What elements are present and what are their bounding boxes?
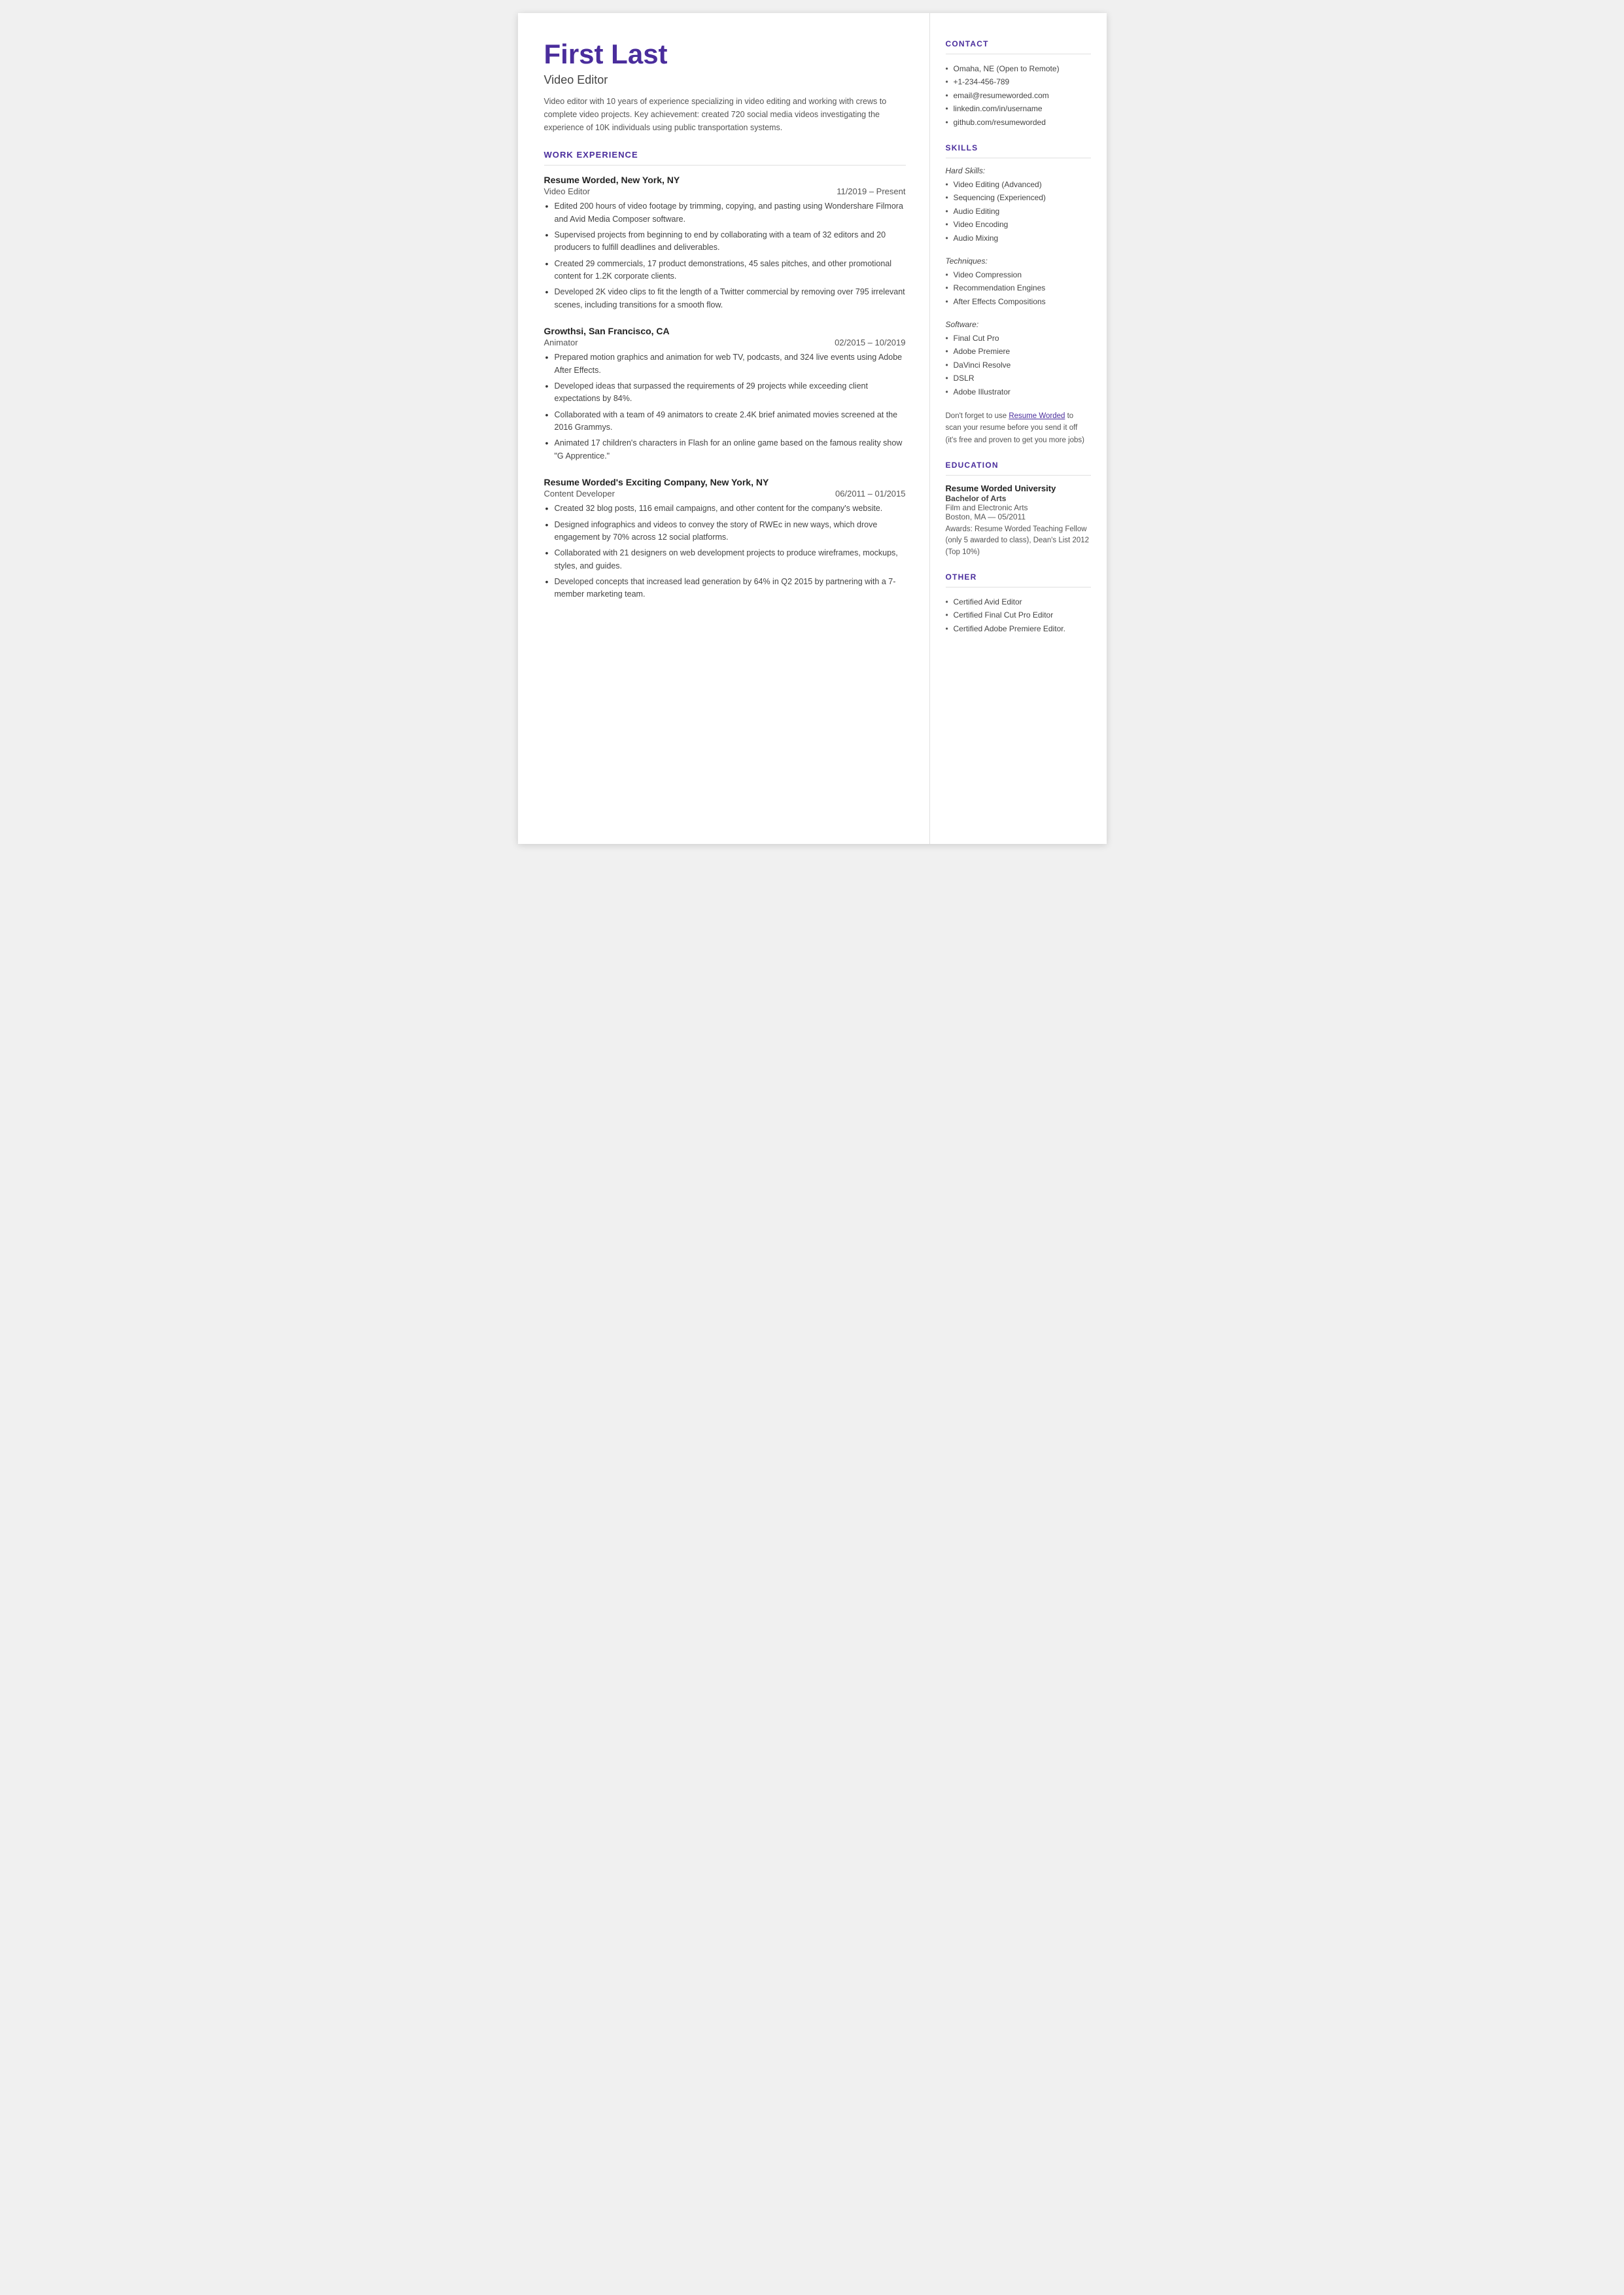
job-company-2: Growthsi, San Francisco, CA: [544, 326, 670, 336]
techniques-category: Techniques: Video Compression Recommenda…: [946, 256, 1091, 308]
resume-page: First Last Video Editor Video editor wit…: [518, 13, 1107, 844]
software-0: Final Cut Pro: [946, 332, 1091, 345]
skills-section: SKILLS Hard Skills: Video Editing (Advan…: [946, 143, 1091, 446]
promo-link[interactable]: Resume Worded: [1009, 412, 1065, 420]
technique-2: After Effects Compositions: [946, 295, 1091, 308]
software-list: Final Cut Pro Adobe Premiere DaVinci Res…: [946, 332, 1091, 398]
techniques-list: Video Compression Recommendation Engines…: [946, 268, 1091, 308]
job-block-2: Growthsi, San Francisco, CA Animator 02/…: [544, 326, 906, 463]
hard-skills-label: Hard Skills:: [946, 166, 1091, 175]
job-dates-3: 06/2011 – 01/2015: [835, 489, 905, 499]
job-position-1: Video Editor: [544, 186, 591, 196]
job-dates-2: 02/2015 – 10/2019: [835, 338, 905, 347]
job-title: Video Editor: [544, 73, 906, 87]
promo-block: Don't forget to use Resume Worded to sca…: [946, 410, 1091, 446]
education-label: EDUCATION: [946, 461, 1091, 470]
contact-item-4: github.com/resumeworded: [946, 116, 1091, 129]
edu-block: Resume Worded University Bachelor of Art…: [946, 483, 1091, 558]
left-column: First Last Video Editor Video editor wit…: [518, 13, 930, 844]
other-list: Certified Avid Editor Certified Final Cu…: [946, 595, 1091, 635]
software-category: Software: Final Cut Pro Adobe Premiere D…: [946, 320, 1091, 398]
other-item-0: Certified Avid Editor: [946, 595, 1091, 608]
hard-skill-3: Video Encoding: [946, 218, 1091, 231]
technique-0: Video Compression: [946, 268, 1091, 281]
skills-label: SKILLS: [946, 143, 1091, 152]
job-title-row-3: Content Developer 06/2011 – 01/2015: [544, 489, 906, 499]
job-bullets-1: Edited 200 hours of video footage by tri…: [544, 200, 906, 311]
job-bullet-2-3: Collaborated with a team of 49 animators…: [544, 409, 906, 434]
other-item-1: Certified Final Cut Pro Editor: [946, 608, 1091, 622]
job-bullet-1-2: Supervised projects from beginning to en…: [544, 229, 906, 254]
software-2: DaVinci Resolve: [946, 359, 1091, 372]
contact-item-0: Omaha, NE (Open to Remote): [946, 62, 1091, 75]
job-header-3: Resume Worded's Exciting Company, New Yo…: [544, 477, 906, 487]
job-bullet-1-3: Created 29 commercials, 17 product demon…: [544, 258, 906, 283]
edu-awards: Awards: Resume Worded Teaching Fellow (o…: [946, 524, 1091, 558]
contact-list: Omaha, NE (Open to Remote) +1-234-456-78…: [946, 62, 1091, 129]
job-position-2: Animator: [544, 338, 578, 347]
edu-location: Boston, MA — 05/2011: [946, 512, 1091, 521]
hard-skill-1: Sequencing (Experienced): [946, 191, 1091, 204]
job-header-2: Growthsi, San Francisco, CA: [544, 326, 906, 336]
job-header-1: Resume Worded, New York, NY: [544, 175, 906, 185]
other-label: OTHER: [946, 572, 1091, 582]
edu-school: Resume Worded University: [946, 483, 1091, 493]
techniques-label: Techniques:: [946, 256, 1091, 266]
summary: Video editor with 10 years of experience…: [544, 95, 906, 134]
contact-item-3: linkedin.com/in/username: [946, 102, 1091, 115]
job-dates-1: 11/2019 – Present: [837, 186, 905, 196]
other-item-2: Certified Adobe Premiere Editor.: [946, 622, 1091, 635]
software-3: DSLR: [946, 372, 1091, 385]
contact-item-2: email@resumeworded.com: [946, 89, 1091, 102]
job-bullet-2-2: Developed ideas that surpassed the requi…: [544, 380, 906, 406]
hard-skill-4: Audio Mixing: [946, 232, 1091, 245]
job-title-row-1: Video Editor 11/2019 – Present: [544, 186, 906, 196]
job-company-3: Resume Worded's Exciting Company, New Yo…: [544, 477, 769, 487]
right-column: CONTACT Omaha, NE (Open to Remote) +1-23…: [930, 13, 1107, 844]
name: First Last: [544, 39, 906, 69]
software-4: Adobe Illustrator: [946, 385, 1091, 398]
software-1: Adobe Premiere: [946, 345, 1091, 358]
promo-text-before: Don't forget to use: [946, 412, 1009, 420]
hard-skill-0: Video Editing (Advanced): [946, 178, 1091, 191]
job-bullet-1-4: Developed 2K video clips to fit the leng…: [544, 286, 906, 311]
edu-degree: Bachelor of Arts: [946, 494, 1091, 503]
contact-label: CONTACT: [946, 39, 1091, 48]
job-bullet-3-3: Collaborated with 21 designers on web de…: [544, 547, 906, 572]
hard-skill-2: Audio Editing: [946, 205, 1091, 218]
contact-item-1: +1-234-456-789: [946, 75, 1091, 88]
contact-section: CONTACT Omaha, NE (Open to Remote) +1-23…: [946, 39, 1091, 129]
job-block-1: Resume Worded, New York, NY Video Editor…: [544, 175, 906, 311]
other-section: OTHER Certified Avid Editor Certified Fi…: [946, 572, 1091, 635]
hard-skills-category: Hard Skills: Video Editing (Advanced) Se…: [946, 166, 1091, 245]
work-experience-divider: [544, 165, 906, 166]
edu-field: Film and Electronic Arts: [946, 503, 1091, 512]
job-bullets-3: Created 32 blog posts, 116 email campaig…: [544, 502, 906, 601]
job-position-3: Content Developer: [544, 489, 615, 499]
education-divider: [946, 475, 1091, 476]
job-title-row-2: Animator 02/2015 – 10/2019: [544, 338, 906, 347]
job-company-1: Resume Worded, New York, NY: [544, 175, 680, 185]
job-bullet-3-1: Created 32 blog posts, 116 email campaig…: [544, 502, 906, 515]
job-block-3: Resume Worded's Exciting Company, New Yo…: [544, 477, 906, 601]
hard-skills-list: Video Editing (Advanced) Sequencing (Exp…: [946, 178, 1091, 245]
technique-1: Recommendation Engines: [946, 281, 1091, 294]
job-bullet-3-2: Designed infographics and videos to conv…: [544, 519, 906, 544]
job-bullet-1-1: Edited 200 hours of video footage by tri…: [544, 200, 906, 226]
job-bullets-2: Prepared motion graphics and animation f…: [544, 351, 906, 463]
job-bullet-2-4: Animated 17 children's characters in Fla…: [544, 437, 906, 463]
work-experience-label: WORK EXPERIENCE: [544, 150, 906, 160]
software-label: Software:: [946, 320, 1091, 329]
job-bullet-2-1: Prepared motion graphics and animation f…: [544, 351, 906, 377]
education-section: EDUCATION Resume Worded University Bache…: [946, 461, 1091, 558]
job-bullet-3-4: Developed concepts that increased lead g…: [544, 576, 906, 601]
